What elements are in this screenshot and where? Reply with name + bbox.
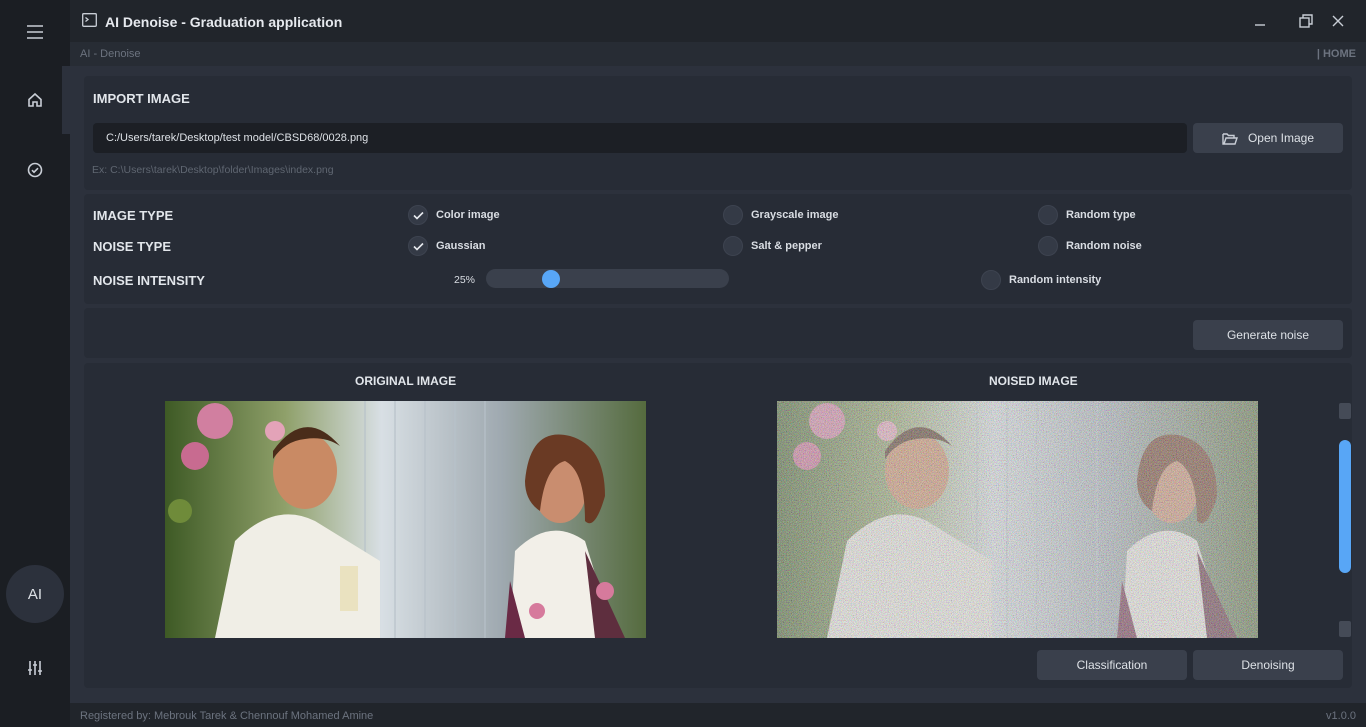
noised-image xyxy=(777,401,1258,638)
option-random-intensity[interactable]: Random intensity xyxy=(981,270,1101,290)
sidebar-item-settings[interactable] xyxy=(0,638,70,698)
check-icon xyxy=(412,211,424,220)
noise-intensity-label: NOISE INTENSITY xyxy=(93,273,205,288)
sidebar-item-home[interactable] xyxy=(0,70,70,130)
close-button[interactable] xyxy=(1324,8,1352,34)
option-label: Gaussian xyxy=(436,240,486,252)
original-photo xyxy=(165,401,646,638)
close-icon xyxy=(1332,15,1344,27)
main-content: IMPORT IMAGE Ex: C:\Users\tarek\Desktop\… xyxy=(70,66,1366,703)
radio-unchecked xyxy=(723,205,743,225)
folder-open-icon xyxy=(1222,132,1238,145)
denoising-button[interactable]: Denoising xyxy=(1193,650,1343,680)
path-hint: Ex: C:\Users\tarek\Desktop\folder\Images… xyxy=(92,164,334,176)
classification-label: Classification xyxy=(1076,658,1148,672)
scroll-thumb[interactable] xyxy=(1339,440,1351,573)
original-image-title: ORIGINAL IMAGE xyxy=(355,374,457,388)
option-random-noise[interactable]: Random noise xyxy=(1038,236,1142,256)
ai-button-label: AI xyxy=(27,585,43,603)
classification-button[interactable]: Classification xyxy=(1037,650,1187,680)
hamburger-menu-icon xyxy=(27,25,43,39)
images-scrollbar[interactable] xyxy=(1339,403,1351,637)
generate-panel: Generate noise xyxy=(84,308,1352,358)
home-icon xyxy=(28,92,42,107)
intensity-value: 25% xyxy=(454,274,476,286)
option-color-image[interactable]: Color image xyxy=(408,205,500,225)
restore-icon xyxy=(1299,14,1313,28)
image-path-input[interactable] xyxy=(93,123,1187,153)
window-title: AI Denoise - Graduation application xyxy=(105,14,343,30)
credits-text: Registered by: Mebrouk Tarek & Chennouf … xyxy=(80,710,374,722)
option-label: Grayscale image xyxy=(751,209,839,221)
noised-photo xyxy=(777,401,1258,638)
image-type-label: IMAGE TYPE xyxy=(93,208,174,223)
option-label: Salt & pepper xyxy=(751,240,822,252)
ai-button[interactable]: AI xyxy=(6,565,64,623)
sidebar-item-check[interactable] xyxy=(0,140,70,200)
app-window: AI AI Denoise - Graduation application A… xyxy=(0,0,1366,727)
options-panel: IMAGE TYPE Color image Grayscale image R… xyxy=(84,194,1352,304)
option-label: Color image xyxy=(436,209,500,221)
option-grayscale-image[interactable]: Grayscale image xyxy=(723,205,838,225)
denoising-label: Denoising xyxy=(1241,658,1295,672)
generate-noise-button[interactable]: Generate noise xyxy=(1193,320,1343,350)
intensity-slider[interactable] xyxy=(486,269,729,288)
noise-type-label: NOISE TYPE xyxy=(93,239,172,254)
slider-handle[interactable] xyxy=(542,270,561,288)
status-footer: Registered by: Mebrouk Tarek & Chennouf … xyxy=(70,703,1366,727)
maximize-button[interactable] xyxy=(1292,8,1320,34)
radio-checked xyxy=(408,236,428,256)
option-gaussian[interactable]: Gaussian xyxy=(408,236,486,256)
title-bar[interactable]: AI Denoise - Graduation application xyxy=(70,0,1366,42)
radio-unchecked xyxy=(1038,205,1058,225)
images-panel: ORIGINAL IMAGE NOISED IMAGE Classificati… xyxy=(84,363,1352,688)
radio-unchecked xyxy=(981,270,1001,290)
radio-unchecked xyxy=(1038,236,1058,256)
radio-checked xyxy=(408,205,428,225)
terminal-icon xyxy=(82,13,97,27)
scroll-down-arrow[interactable] xyxy=(1339,621,1351,637)
scroll-up-arrow[interactable] xyxy=(1339,403,1351,419)
left-sidebar: AI xyxy=(0,0,70,727)
menu-toggle-button[interactable] xyxy=(0,2,70,62)
radio-unchecked xyxy=(723,236,743,256)
check-circle-icon xyxy=(27,162,43,178)
check-icon xyxy=(412,242,424,251)
option-random-type[interactable]: Random type xyxy=(1038,205,1136,225)
original-image xyxy=(165,401,646,638)
option-label: Random noise xyxy=(1066,240,1142,252)
breadcrumb-bar: AI - Denoise | HOME xyxy=(70,42,1366,66)
option-label: Random type xyxy=(1066,209,1136,221)
option-salt-pepper[interactable]: Salt & pepper xyxy=(723,236,822,256)
import-panel: IMPORT IMAGE Ex: C:\Users\tarek\Desktop\… xyxy=(84,76,1352,190)
version-text: v1.0.0 xyxy=(1326,710,1356,722)
open-image-label: Open Image xyxy=(1247,131,1315,145)
noised-image-title: NOISED IMAGE xyxy=(989,374,1078,388)
import-heading: IMPORT IMAGE xyxy=(93,91,190,106)
minimize-button[interactable] xyxy=(1246,8,1274,34)
page-indicator: | HOME xyxy=(1316,48,1356,60)
open-image-button[interactable]: Open Image xyxy=(1193,123,1343,153)
breadcrumb: AI - Denoise xyxy=(80,48,141,60)
minimize-icon xyxy=(1255,24,1265,26)
sliders-icon xyxy=(28,661,42,675)
generate-noise-label: Generate noise xyxy=(1226,328,1310,342)
option-label: Random intensity xyxy=(1009,274,1102,286)
